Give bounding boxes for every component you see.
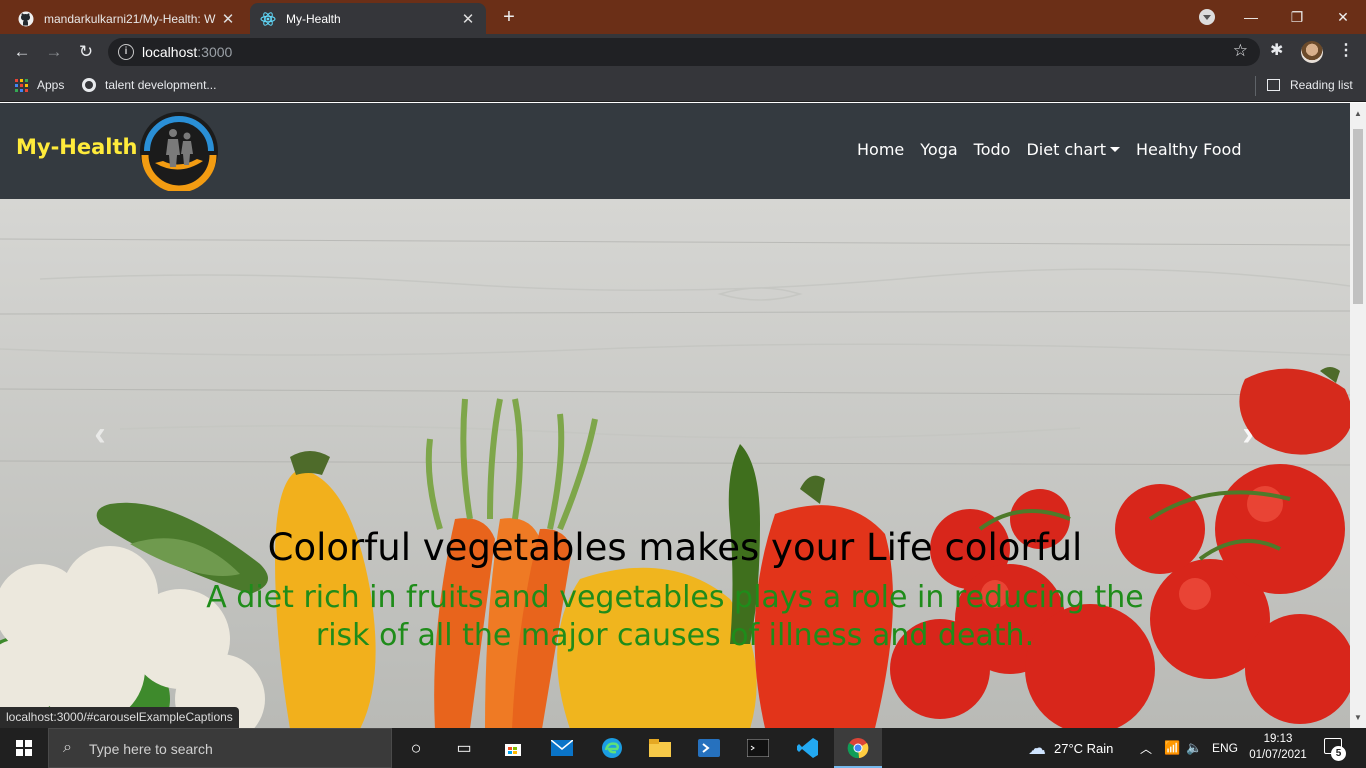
close-tab-icon[interactable]: ✕ [220, 10, 236, 28]
reading-list-icon [1267, 79, 1280, 91]
back-icon[interactable]: ← [10, 40, 34, 64]
mail-icon[interactable] [550, 736, 574, 760]
nav-link-healthy-food[interactable]: Healthy Food [1136, 140, 1241, 159]
chevron-left-icon: ‹ [94, 415, 106, 453]
apps-grid-icon [15, 78, 28, 92]
notification-count-badge: 5 [1331, 746, 1346, 761]
volume-icon[interactable]: 🔈 [1186, 728, 1202, 768]
reload-icon[interactable]: ↻ [74, 40, 98, 64]
extensions-icon[interactable]: ✱ [1270, 40, 1283, 60]
taskbar-search-placeholder: Type here to search [89, 741, 213, 757]
carousel-caption-title: Colorful vegetables makes your Life colo… [267, 526, 1083, 569]
forward-icon[interactable]: → [42, 40, 66, 64]
page-viewport: My-Health Home Yoga Todo Diet chart Heal… [0, 103, 1350, 728]
weather-text: 27°C Rain [1054, 740, 1114, 756]
site-info-icon[interactable]: i [118, 44, 134, 60]
search-icon: ⌕ [63, 739, 72, 756]
edge-icon[interactable] [600, 736, 624, 760]
nav-link-label: Diet chart [1026, 140, 1107, 159]
file-explorer-icon[interactable] [648, 736, 672, 760]
nav-dropdown-diet-chart[interactable]: Diet chart [1026, 140, 1121, 159]
language-indicator[interactable]: ENG [1212, 728, 1238, 768]
profile-avatar[interactable] [1301, 41, 1323, 63]
nav-link-todo[interactable]: Todo [974, 140, 1011, 159]
bookmarks-separator [1255, 76, 1256, 96]
carousel-caption-text: A diet rich in fruits and vegetables pla… [206, 580, 1144, 653]
hero-carousel: ‹ › Colorful vegetables makes your Life … [0, 199, 1350, 728]
github-icon [18, 11, 34, 26]
react-icon [260, 11, 276, 26]
windows-start-icon[interactable] [16, 740, 32, 756]
carousel-prev-button[interactable]: ‹ [80, 414, 120, 454]
restore-icon[interactable]: ❐ [1274, 9, 1320, 26]
link-status-bar: localhost:3000/#carouselExampleCaptions [0, 707, 239, 728]
globe-icon [82, 78, 96, 92]
taskbar-clock[interactable]: 19:13 01/07/2021 [1248, 731, 1308, 763]
plus-icon[interactable]: + [498, 6, 520, 28]
chevron-right-icon: › [1242, 415, 1254, 453]
reading-list-label: Reading list [1290, 78, 1353, 92]
chrome-icon[interactable] [846, 736, 870, 760]
nav-link-yoga[interactable]: Yoga [920, 140, 957, 159]
bookmark-talent-development[interactable]: talent development... [82, 78, 216, 92]
address-url: localhost:3000 [142, 44, 233, 60]
scroll-up-icon[interactable]: ▲ [1354, 109, 1362, 118]
carousel-next-button[interactable]: › [1228, 414, 1268, 454]
site-nav-links: Home Yoga Todo Diet chart Healthy Food [857, 140, 1257, 159]
browser-tab-strip: mandarkulkarni21/My-Health: W ✕ My-Healt… [0, 0, 1366, 34]
tab-title: My-Health [286, 11, 341, 26]
rain-cloud-icon: ☁ [1028, 737, 1046, 758]
scrollbar-thumb[interactable] [1353, 129, 1363, 304]
store-icon[interactable] [501, 736, 525, 760]
wifi-icon[interactable]: 📶 [1164, 728, 1180, 768]
browser-tab-github[interactable]: mandarkulkarni21/My-Health: W ✕ [8, 3, 246, 34]
clock-time: 19:13 [1263, 733, 1293, 745]
clock-date: 01/07/2021 [1249, 749, 1307, 761]
health-logo-icon[interactable] [139, 111, 219, 191]
bookmark-apps[interactable]: Apps [15, 78, 64, 92]
window-controls: — ❐ ✕ [1228, 0, 1366, 34]
vscode-icon[interactable] [796, 736, 820, 760]
bookmark-label: talent development... [105, 78, 217, 92]
scroll-down-icon[interactable]: ▼ [1354, 713, 1362, 722]
menu-kebab-icon[interactable]: ⋮ [1338, 40, 1354, 60]
taskbar-search-box[interactable]: ⌕ Type here to search [48, 728, 392, 768]
chevron-up-icon[interactable]: ︿ [1140, 728, 1152, 768]
bookmark-star-icon[interactable]: ☆ [1233, 41, 1248, 61]
powershell-icon[interactable] [697, 736, 721, 760]
command-prompt-icon[interactable] [746, 736, 770, 760]
bookmarks-bar: Apps talent development... Reading list [0, 70, 1366, 102]
site-brand[interactable]: My-Health [16, 135, 137, 159]
site-navbar: My-Health Home Yoga Todo Diet chart Heal… [0, 103, 1350, 199]
weather-widget[interactable]: ☁ 27°C Rain [1028, 728, 1113, 768]
browser-tab-my-health[interactable]: My-Health ✕ [250, 3, 486, 34]
nav-link-home[interactable]: Home [857, 140, 904, 159]
bookmark-label: Apps [37, 78, 65, 92]
minimize-icon[interactable]: — [1228, 9, 1274, 25]
caret-down-icon [1110, 147, 1121, 152]
tab-title: mandarkulkarni21/My-Health: W [44, 11, 216, 26]
reading-list-button[interactable]: Reading list [1267, 78, 1353, 92]
task-view-icon[interactable]: ▭ [452, 736, 476, 760]
page-scrollbar[interactable]: ▲ ▼ [1350, 103, 1366, 728]
close-tab-icon[interactable]: ✕ [460, 10, 476, 28]
windows-taskbar: ⌕ Type here to search ○ ▭ ☁ 27°C Rain ︿ … [0, 728, 1366, 768]
address-bar[interactable]: i localhost:3000 ☆ [108, 38, 1260, 66]
close-window-icon[interactable]: ✕ [1320, 9, 1366, 26]
tab-search-icon[interactable] [1199, 9, 1215, 25]
cortana-icon[interactable]: ○ [404, 736, 428, 760]
